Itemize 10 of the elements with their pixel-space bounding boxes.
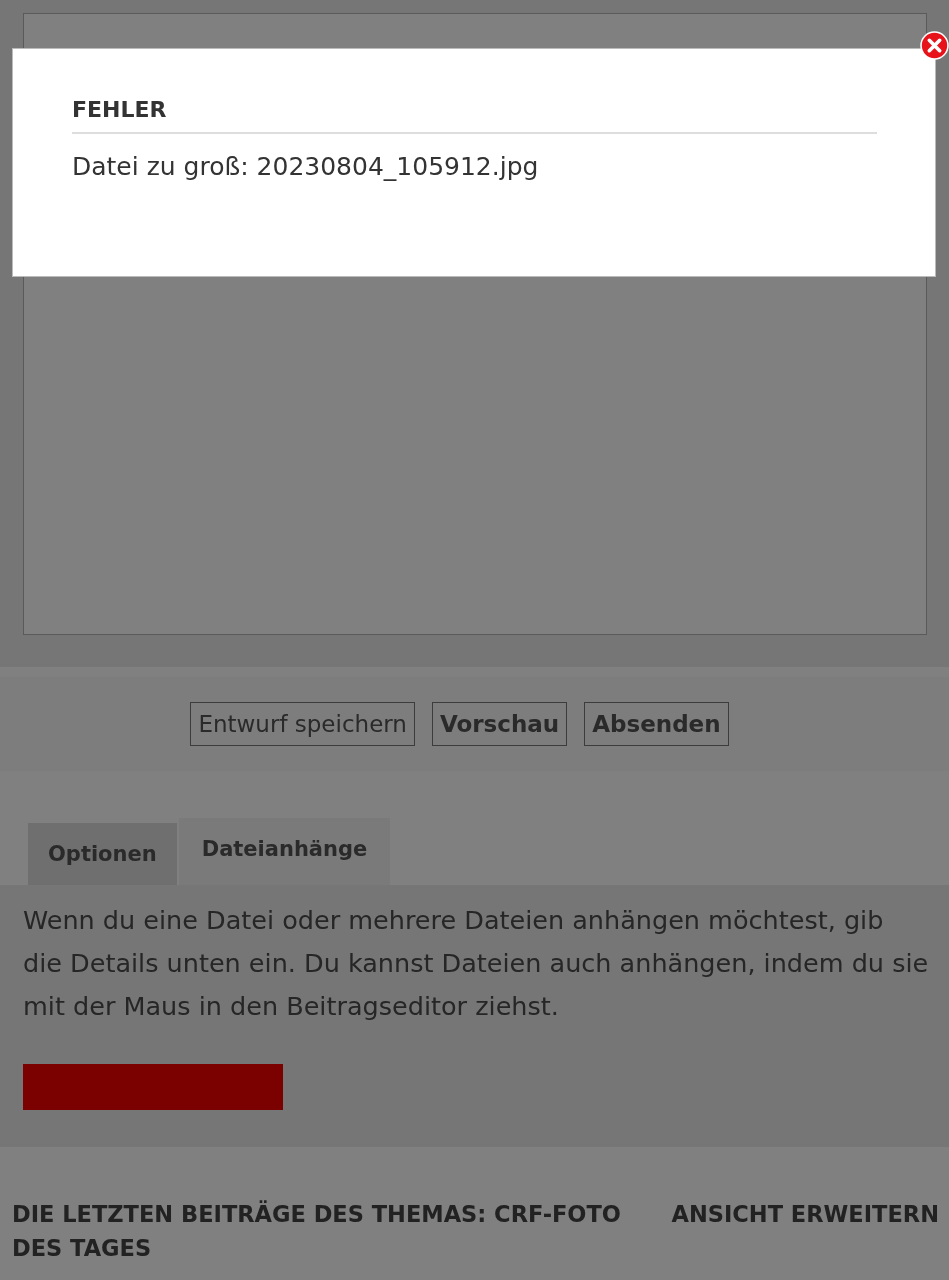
- attachments-description: Wenn du eine Datei oder mehrere Dateien anhängen möchtest, gib die Details unten ein. Du kannst Dateien auch anhängen, indem du sie mit der Maus in den Beitragseditor ziehst.: [23, 904, 929, 1023]
- form-button[interactable]: Vorschau: [431, 702, 568, 746]
- tab[interactable]: Dateianhänge: [178, 818, 391, 885]
- expand-view-link[interactable]: ANSICHT ERWEITERN: [671, 1197, 939, 1265]
- section-heading: DIE LETZTEN BEITRÄGE DES THEMAS: CRF-FOTO DES TAGES: [12, 1199, 622, 1263]
- form-button[interactable]: Absenden: [584, 702, 729, 746]
- error-message: Datei zu groß: 20230804_105912.jpg: [72, 152, 540, 181]
- dialog-title: FEHLER: [72, 97, 877, 134]
- tab[interactable]: Optionen: [28, 823, 177, 885]
- form-button[interactable]: Entwurf speichern: [190, 702, 415, 746]
